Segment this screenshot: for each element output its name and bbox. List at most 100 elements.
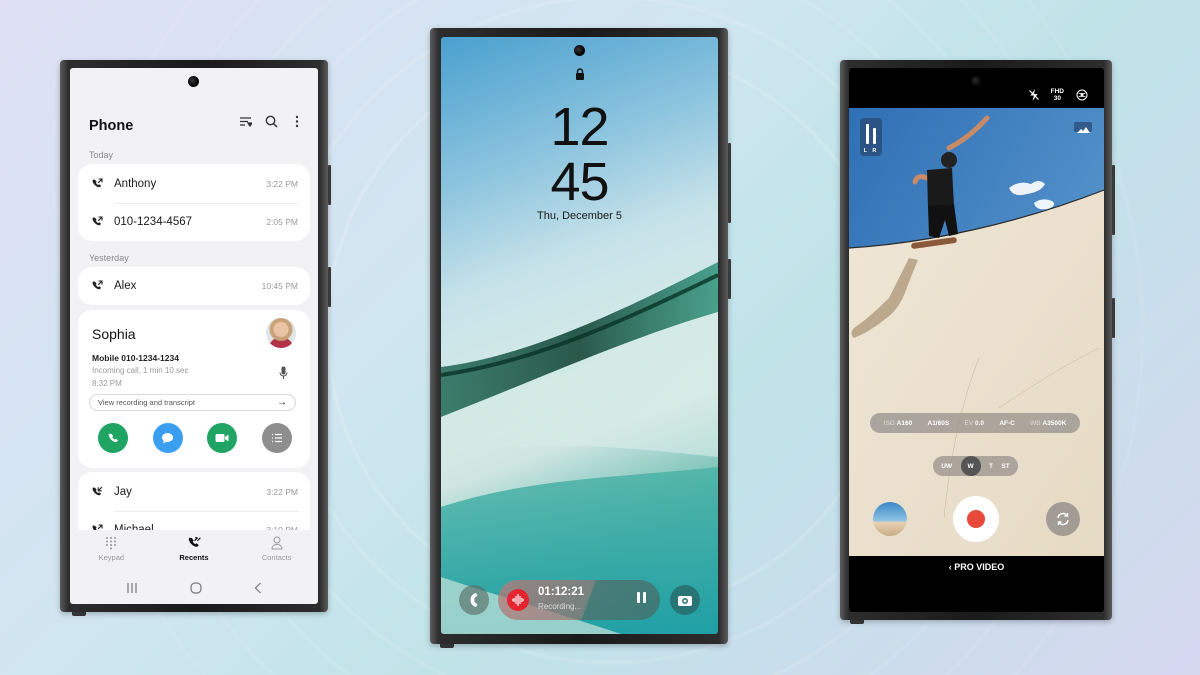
filter-icon[interactable] — [238, 114, 252, 128]
call-chip-button[interactable] — [459, 585, 489, 615]
details-button[interactable] — [261, 423, 292, 453]
lens-option[interactable]: UW — [941, 463, 952, 470]
tab-label: Recents — [179, 553, 209, 562]
caller-name: Jay — [114, 486, 132, 498]
device-foot — [850, 620, 864, 624]
tab-label: Contacts — [261, 553, 292, 562]
audio-level-left — [866, 124, 869, 144]
lens-option[interactable]: ST — [1001, 463, 1009, 470]
message-icon — [162, 433, 174, 444]
avatar[interactable] — [266, 318, 296, 348]
gallery-thumbnail[interactable] — [873, 502, 907, 536]
camera-mode-selector[interactable]: ‹ PRO VIDEO — [849, 562, 1104, 572]
lens-selector: UW W T ST — [933, 456, 1018, 476]
volume-button — [728, 143, 731, 223]
camera-shortcut-button[interactable] — [670, 585, 700, 615]
recording-status: Recording... — [538, 602, 582, 611]
call-time: 3:22 PM — [266, 179, 298, 189]
call-log-card-yesterday: Alex 10:45 PM — [78, 267, 310, 305]
lens-option-selected[interactable]: W — [960, 456, 981, 476]
more-options-icon[interactable] — [290, 114, 304, 128]
call-log-row[interactable]: Alex 10:45 PM — [78, 267, 310, 305]
tab-recents[interactable]: Recents — [164, 536, 224, 572]
bottom-nav: Keypad Recents Contacts — [70, 530, 318, 572]
call-log-row[interactable]: Jay 3:22 PM — [78, 473, 310, 511]
pause-button[interactable] — [634, 592, 648, 608]
tab-contacts[interactable]: Contacts — [247, 536, 307, 572]
focus-setting[interactable]: AF-C — [999, 420, 1015, 427]
phone-app-screen: Phone Today Anthony 3:22 PM 010-1234-456… — [70, 68, 318, 604]
switch-camera-button[interactable] — [1046, 502, 1080, 536]
resolution-label: FHD — [1050, 88, 1064, 95]
caller-name: Alex — [114, 280, 137, 292]
front-camera — [971, 76, 982, 87]
lock-date: Thu, December 5 — [537, 210, 622, 222]
audio-level-meter[interactable]: L R — [860, 118, 882, 156]
back-icon[interactable] — [254, 582, 262, 594]
histogram-icon[interactable] — [1074, 122, 1092, 133]
power-button — [328, 267, 331, 307]
call-time: 10:45 PM — [261, 281, 298, 291]
record-button[interactable] — [953, 496, 999, 542]
search-icon[interactable] — [264, 114, 278, 128]
call-detail: Incoming call, 1 min 10 sec — [92, 366, 189, 375]
recording-elapsed: 01:12:21 — [538, 586, 585, 598]
flip-camera-icon — [1057, 512, 1069, 526]
power-button — [728, 259, 731, 299]
lens-option[interactable]: T — [989, 463, 993, 470]
phone-icon — [108, 433, 118, 442]
record-dot-icon — [967, 510, 985, 528]
section-label-today: Today — [89, 150, 114, 160]
flash-off-icon[interactable] — [1028, 89, 1039, 101]
clock-minute: 45 — [550, 152, 609, 212]
video-call-button[interactable] — [207, 423, 238, 453]
shutter-speed-setting[interactable]: A1/60S — [928, 420, 950, 427]
row-divider — [115, 511, 298, 512]
ongoing-call-bar: 01:12:21 Recording... — [441, 580, 718, 620]
call-time: 2:05 PM — [266, 217, 298, 227]
lock-screen: 12 45 Thu, December 5 01:12:21 Recording… — [441, 37, 718, 634]
phone-right-device: FHD 30 L R ISO A160 A1/60S EV 0.0 AF-C W… — [840, 60, 1115, 624]
view-recording-button[interactable]: View recording and transcript → — [89, 394, 296, 411]
contacts-icon — [271, 536, 283, 550]
iso-setting[interactable]: ISO A160 — [884, 420, 913, 427]
white-balance-setting[interactable]: WB A3500K — [1030, 420, 1066, 427]
tab-keypad[interactable]: Keypad — [81, 536, 141, 572]
recent-apps-icon[interactable] — [126, 583, 138, 593]
volume-button — [1112, 165, 1115, 235]
microphone-icon — [279, 366, 288, 385]
call-log-card-today: Anthony 3:22 PM 010-1234-4567 2:05 PM — [78, 164, 310, 241]
recents-icon — [188, 537, 201, 547]
camera-icon — [678, 595, 692, 606]
resolution-button[interactable]: FHD 30 — [1051, 88, 1064, 102]
phone-icon — [470, 593, 478, 607]
header-actions — [238, 114, 304, 128]
device-foot — [440, 644, 454, 648]
stabilization-icon[interactable] — [1076, 89, 1088, 101]
row-divider — [115, 203, 298, 204]
tab-label: Keypad — [98, 553, 125, 562]
phone-middle-device: 12 45 Thu, December 5 01:12:21 Recording… — [430, 28, 731, 648]
audio-meter-label: L R — [863, 148, 879, 154]
view-recording-label: View recording and transcript — [98, 398, 195, 407]
recording-waveform-icon — [507, 589, 529, 611]
caller-name: 010-1234-4567 — [114, 216, 193, 228]
camera-viewfinder[interactable]: L R ISO A160 A1/60S EV 0.0 AF-C WB A3500… — [849, 108, 1104, 556]
viewfinder-scene — [849, 108, 1104, 556]
outgoing-call-icon — [91, 216, 103, 228]
camera-mode-label: PRO VIDEO — [954, 562, 1005, 572]
ev-setting[interactable]: EV 0.0 — [964, 420, 984, 427]
front-camera — [574, 45, 585, 56]
call-log-row[interactable]: 010-1234-4567 2:05 PM — [78, 203, 310, 241]
contact-number: Mobile 010-1234-1234 — [92, 353, 179, 363]
contact-actions — [98, 423, 292, 453]
call-log-row[interactable]: Anthony 3:22 PM — [78, 165, 310, 203]
audio-level-right — [873, 128, 876, 144]
home-icon[interactable] — [190, 582, 202, 594]
call-time: 3:22 PM — [266, 487, 298, 497]
call-button[interactable] — [98, 423, 128, 453]
message-button[interactable] — [152, 423, 183, 453]
clock-hour: 12 — [550, 97, 609, 157]
incoming-call-icon — [91, 486, 103, 498]
recording-pill[interactable]: 01:12:21 Recording... — [498, 580, 660, 620]
